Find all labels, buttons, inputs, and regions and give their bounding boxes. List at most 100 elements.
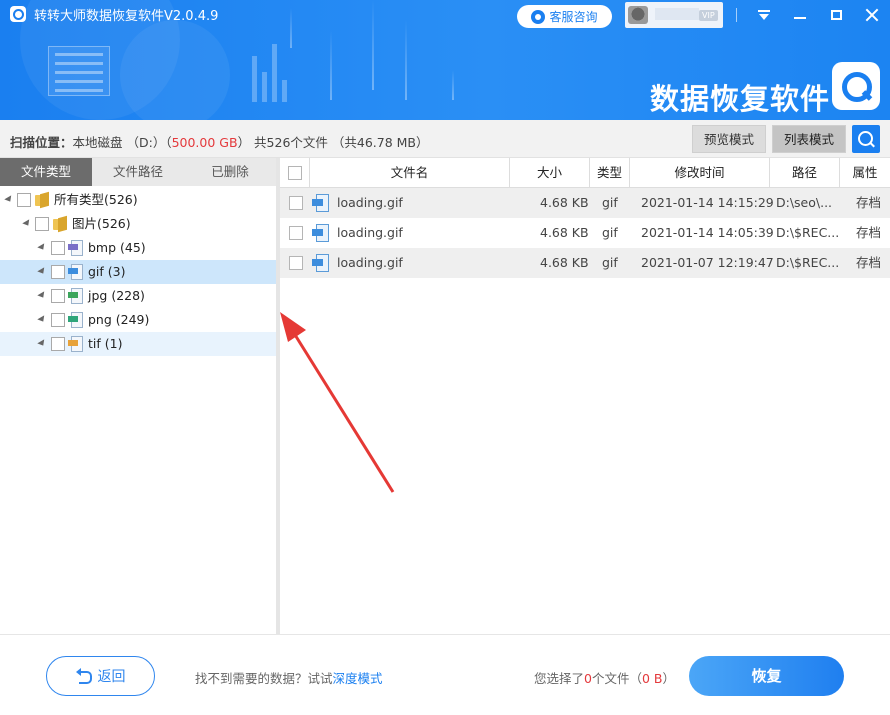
annotation-arrow-icon xyxy=(280,312,395,493)
column-header-attr[interactable]: 属性 xyxy=(840,158,890,188)
tree-checkbox[interactable] xyxy=(51,313,65,327)
cell-attr: 存档 xyxy=(856,255,882,270)
tree-checkbox[interactable] xyxy=(17,193,31,207)
back-button[interactable]: 返回 xyxy=(46,656,155,696)
cell-name: loading.gif xyxy=(337,195,403,210)
expand-arrow-icon[interactable] xyxy=(37,291,47,300)
cell-type: gif xyxy=(602,225,618,240)
row-checkbox[interactable] xyxy=(289,196,303,210)
decor-circle xyxy=(120,20,230,120)
tab-file-path[interactable]: 文件路径 xyxy=(92,158,184,186)
tree-item-bmp[interactable]: bmp (45) xyxy=(0,236,276,260)
selection-summary: 您选择了0个文件（0 B） xyxy=(534,668,675,687)
preview-mode-button[interactable]: 预览模式 xyxy=(692,125,766,153)
hint-text: 找不到需要的数据？试试 xyxy=(195,671,333,686)
cell-path: D:\$REC... xyxy=(776,225,838,240)
decor-bar xyxy=(252,56,257,102)
app-title: 转转大师数据恢复软件V2.0.4.9 xyxy=(34,9,219,24)
decor-bar xyxy=(262,72,267,102)
column-header-path[interactable]: 路径 xyxy=(770,158,840,188)
list-mode-button[interactable]: 列表模式 xyxy=(772,125,846,153)
row-checkbox[interactable] xyxy=(289,226,303,240)
selected-suffix: ） xyxy=(662,671,676,686)
column-header-name[interactable]: 文件名 xyxy=(310,158,510,188)
expand-arrow-icon[interactable] xyxy=(37,315,47,324)
tree-checkbox[interactable] xyxy=(35,217,49,231)
brand-title: 数据恢复软件 xyxy=(650,82,831,116)
cell-path: D:\seo\... xyxy=(776,195,833,210)
cell-name: loading.gif xyxy=(337,255,403,270)
gif-file-icon xyxy=(68,264,84,280)
close-button[interactable] xyxy=(859,4,885,26)
tree-checkbox[interactable] xyxy=(51,289,65,303)
tree-item-tif[interactable]: tif (1) xyxy=(0,332,276,356)
decor-bar xyxy=(282,80,287,102)
minimize-button[interactable] xyxy=(787,4,813,26)
brand-logo-icon xyxy=(832,62,880,110)
cell-size: 4.68 KB xyxy=(540,255,589,270)
column-header-size[interactable]: 大小 xyxy=(510,158,590,188)
expand-arrow-icon[interactable] xyxy=(4,195,14,204)
tab-deleted[interactable]: 已删除 xyxy=(184,158,276,186)
tree-checkbox[interactable] xyxy=(51,337,65,351)
panel-tabs: 文件类型 文件路径 已删除 xyxy=(0,158,276,186)
cell-name: loading.gif xyxy=(337,225,403,240)
search-button[interactable] xyxy=(852,125,880,153)
scan-location-label: 扫描位置： xyxy=(10,135,73,150)
column-header-modified[interactable]: 修改时间 xyxy=(630,158,770,188)
tree-item-gif[interactable]: gif (3) xyxy=(0,260,276,284)
tree-item-jpg[interactable]: jpg (228) xyxy=(0,284,276,308)
gif-file-icon xyxy=(312,224,330,242)
recover-button[interactable]: 恢复 xyxy=(689,656,844,696)
menu-button[interactable] xyxy=(751,4,777,26)
cell-size: 4.68 KB xyxy=(540,225,589,240)
deep-mode-link[interactable]: 深度模式 xyxy=(333,671,383,686)
maximize-button[interactable] xyxy=(823,4,849,26)
gif-file-icon xyxy=(312,254,330,272)
back-button-label: 返回 xyxy=(97,669,126,685)
select-all-checkbox[interactable] xyxy=(288,166,302,180)
cell-modified: 2021-01-07 12:19:47 xyxy=(641,255,774,270)
jpg-file-icon xyxy=(68,288,84,304)
png-file-icon xyxy=(68,312,84,328)
expand-arrow-icon[interactable] xyxy=(37,339,47,348)
cell-size: 4.68 KB xyxy=(540,195,589,210)
tree-checkbox[interactable] xyxy=(51,265,65,279)
table-row[interactable]: loading.gif 4.68 KB gif 2021-01-14 14:15… xyxy=(280,188,890,218)
customer-service-button[interactable]: 客服咨询 xyxy=(517,5,612,28)
tree-item-label: jpg (228) xyxy=(88,288,145,303)
row-checkbox[interactable] xyxy=(289,256,303,270)
tree-item-label: tif (1) xyxy=(88,336,123,351)
decor-bar xyxy=(272,44,277,102)
tree-item-label: png (249) xyxy=(88,312,150,327)
tree-item-label: bmp (45) xyxy=(88,240,146,255)
expand-arrow-icon[interactable] xyxy=(37,267,47,276)
dropdown-menu-icon xyxy=(758,10,770,20)
selected-count: 0 xyxy=(584,671,592,686)
tree-item-label: gif (3) xyxy=(88,264,126,279)
tree-item-all-types[interactable]: 所有类型(526) xyxy=(0,188,276,212)
scan-info-bar: 扫描位置：本地磁盘 （D:）（500.00 GB） 共526个文件 （共46.7… xyxy=(0,120,890,158)
tree-item-label: 所有类型(526) xyxy=(54,192,138,207)
user-account[interactable]: VIP xyxy=(625,2,723,28)
table-row[interactable]: loading.gif 4.68 KB gif 2021-01-07 12:19… xyxy=(280,248,890,278)
tree-item-images[interactable]: 图片(526) xyxy=(0,212,276,236)
avatar xyxy=(628,6,648,24)
column-header-type[interactable]: 类型 xyxy=(590,158,630,188)
bmp-file-icon xyxy=(68,240,84,256)
table-header: 文件名 大小 类型 修改时间 路径 属性 xyxy=(280,158,890,188)
decor-line xyxy=(405,20,407,100)
app-header: 转转大师数据恢复软件V2.0.4.9 客服咨询 VIP 数据恢复软件 xyxy=(0,0,890,120)
expand-arrow-icon[interactable] xyxy=(22,219,32,228)
tree-checkbox[interactable] xyxy=(51,241,65,255)
tree-item-png[interactable]: png (249) xyxy=(0,308,276,332)
table-row[interactable]: loading.gif 4.68 KB gif 2021-01-14 14:05… xyxy=(280,218,890,248)
tab-file-type[interactable]: 文件类型 xyxy=(0,158,92,186)
scan-disk-size: 500.00 GB xyxy=(171,135,238,150)
footer-bar: 返回 找不到需要的数据？试试深度模式 您选择了0个文件（0 B） 恢复 xyxy=(0,634,890,715)
expand-arrow-icon[interactable] xyxy=(37,243,47,252)
tif-file-icon xyxy=(68,336,84,352)
scan-location-info: 扫描位置：本地磁盘 （D:）（500.00 GB） 共526个文件 （共46.7… xyxy=(10,132,429,151)
app-logo-icon xyxy=(10,6,26,22)
minimize-icon xyxy=(794,17,806,19)
